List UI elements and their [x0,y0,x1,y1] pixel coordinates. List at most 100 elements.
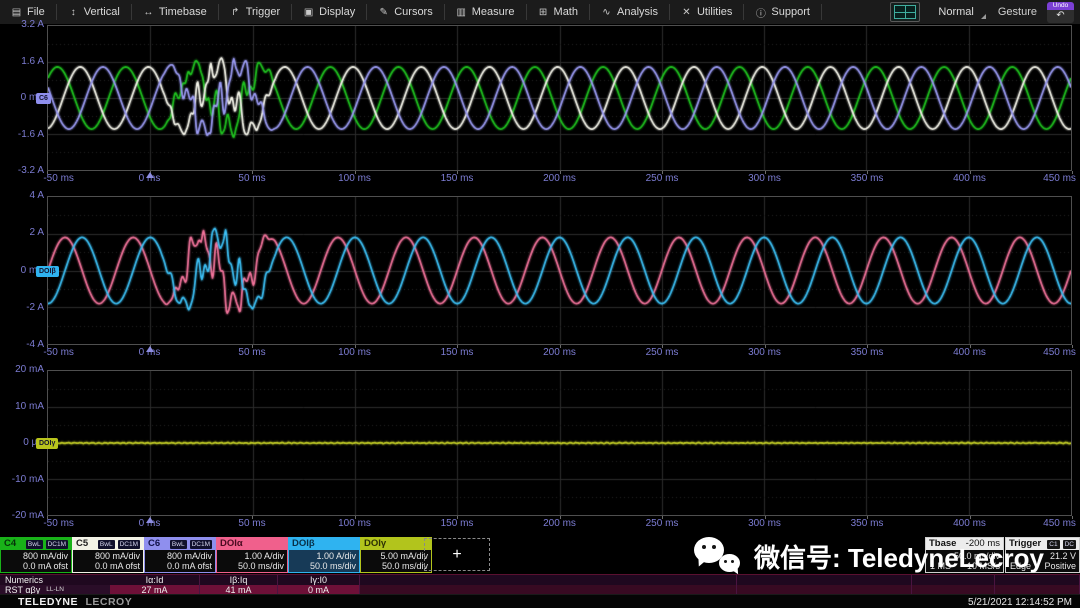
math-icon: ⊞ [538,7,549,18]
grid-display-button[interactable] [890,2,920,22]
y-tick-label: 2 A [0,226,44,240]
cursors-icon: ✎ [378,7,389,18]
channel-label: C6 [148,538,160,550]
x-tick-label: 300 ms [748,347,781,358]
trigger-time-marker[interactable] [146,346,154,352]
menu-item-vertical[interactable]: ↕ Vertical [57,4,132,20]
display-mode-button[interactable]: Normal [930,3,987,21]
descriptor-header: C4BwLDC1M [1,538,71,550]
x-tick-label: 150 ms [441,347,474,358]
channel-descriptor-DOIγ[interactable]: DOIγ5.00 mA/div50.0 ms/div [360,537,432,573]
channel-offset-indicator-C6[interactable]: C6 [36,93,51,104]
descriptor-header: Tbase-200 ms [926,538,1003,550]
x-tick-label: 150 ms [441,173,474,184]
descriptor-offset: 50.0 ms/div [217,561,284,571]
descriptor-body: 5.00 mA/div50.0 ms/div [361,550,431,571]
x-tick-label: 350 ms [851,173,884,184]
descriptor-body: 50.0 ms/div1 MS10 MS/s [926,550,1003,571]
descriptor-scale: 5.00 mA/div [361,551,428,561]
descriptor-body: 800 mA/div0.0 mA ofst [145,550,215,571]
x-tick-label: 50 ms [238,347,265,358]
numerics-cell [995,575,1080,585]
channel-offset-indicator-DOIγ[interactable]: DOIγ [36,438,58,449]
numerics-cell: Iα:Id [110,575,200,585]
menu-item-utilities[interactable]: ✕Utilities [670,4,744,20]
numerics-row-badge: LL-LN [46,586,64,593]
descriptor-scale: 800 mA/div [1,551,68,561]
oscilloscope-app: ▤File↕Vertical↔Timebase↱Trigger▣Display✎… [0,0,1080,608]
descriptor-trigger[interactable]: TriggerC1DC21.2 VEdgePositive [1005,537,1080,573]
menu-item-math[interactable]: ⊞Math [527,4,590,20]
y-tick-label: -2 A [0,301,44,315]
x-tick-label: 50 ms [238,518,265,529]
x-axis-row-3: -50 ms0 ms50 ms100 ms150 ms200 ms250 ms3… [0,516,1080,533]
undo-button[interactable]: Undo ↶ [1047,2,1074,23]
channel-label: DOIγ [364,538,386,550]
numerics-cell: Numerics [0,575,115,585]
trigger-line1: 21.2 V [1006,551,1076,561]
menu-item-display[interactable]: ▣Display [292,4,367,20]
channel-descriptor-C5[interactable]: C5BwLDC1M800 mA/div0.0 mA ofst [72,537,144,573]
grid-1[interactable] [47,25,1072,171]
descriptor-header: DOIβ [289,538,359,550]
channel-badge: DC1M [118,540,140,549]
channel-offset-indicator-DOIβ[interactable]: DOIβ [36,266,59,277]
trigger-badge: DC [1063,540,1076,549]
vertical-icon: ↕ [68,7,79,18]
descriptor-header: DOIα [217,538,287,550]
waveform-canvas-3 [48,371,1071,515]
descriptor-scale: 1.00 A/div [289,551,356,561]
menu-item-label: Support [771,6,810,18]
x-tick-label: 250 ms [646,518,679,529]
descriptor-body: 1.00 A/div50.0 ms/div [217,550,287,571]
menu-item-label: Cursors [394,6,433,18]
channel-badge: DC1M [46,540,68,549]
menu-item-analysis[interactable]: ∿Analysis [590,4,670,20]
menu-item-label: Vertical [84,6,120,18]
y-tick-label: 10 mA [0,400,44,414]
grid-2[interactable] [47,196,1072,345]
descriptor-body: 800 mA/div0.0 mA ofst [1,550,71,571]
timebase-line2-left: 1 MS [930,561,951,571]
trigger-line2-right: Positive [1044,561,1076,571]
menu-item-trigger[interactable]: ↱ Trigger [219,4,292,20]
undo-label: Undo [1047,2,1074,10]
x-tick-label: 450 ms [1043,347,1076,358]
x-tick-label: 50 ms [238,173,265,184]
channel-descriptor-DOIα[interactable]: DOIα1.00 A/div50.0 ms/div [216,537,288,573]
menu-item-label: Timebase [159,6,207,18]
y-tick-label: 20 mA [0,363,44,377]
channel-descriptor-C6[interactable]: C6BwLDC1M800 mA/div0.0 mA ofst [144,537,216,573]
descriptor-body: 1.00 A/div50.0 ms/div [289,550,359,571]
trigger-time-marker[interactable] [146,517,154,523]
menu-item-label: Measure [472,6,515,18]
x-tick-label: 200 ms [543,518,576,529]
descriptor-row: C4BwLDC1M800 mA/div0.0 mA ofstC5BwLDC1M8… [0,537,1080,573]
descriptor-offset: 50.0 ms/div [361,561,428,571]
descriptor-timebase[interactable]: Tbase-200 ms50.0 ms/div1 MS10 MS/s [925,537,1004,573]
descriptor-scale: 800 mA/div [73,551,140,561]
x-tick-label: 250 ms [646,173,679,184]
trigger-icon: ↱ [230,7,241,18]
menu-item-measure[interactable]: ▥Measure [445,4,527,20]
channel-descriptor-C4[interactable]: C4BwLDC1M800 mA/div0.0 mA ofst [0,537,72,573]
channel-badge: BwL [26,540,43,549]
x-tick-label: 100 ms [338,347,371,358]
menu-item-cursors[interactable]: ✎ Cursors [367,4,445,20]
menu-item-support[interactable]: ⓘSupport [744,4,822,20]
brand-primary: TELEDYNE [18,596,78,608]
channel-descriptor-DOIβ[interactable]: DOIβ1.00 A/div50.0 ms/div [288,537,360,573]
grid-icon [894,5,916,19]
y-tick-label: 3.2 A [0,18,44,32]
channel-label: C5 [76,538,88,550]
channel-badge: BwL [98,540,115,549]
trigger-line2-left: Edge [1010,561,1031,571]
grid-3[interactable] [47,370,1072,516]
menu-item-timebase[interactable]: ↔Timebase [132,4,219,20]
add-trace-button[interactable]: + [424,538,490,571]
descriptor-header: C5 BwLDC1M [73,538,143,550]
x-tick-label: 300 ms [748,173,781,184]
trigger-time-marker[interactable] [146,172,154,178]
corner-fold-icon [981,14,986,19]
menu-item-label: Trigger [246,6,280,18]
